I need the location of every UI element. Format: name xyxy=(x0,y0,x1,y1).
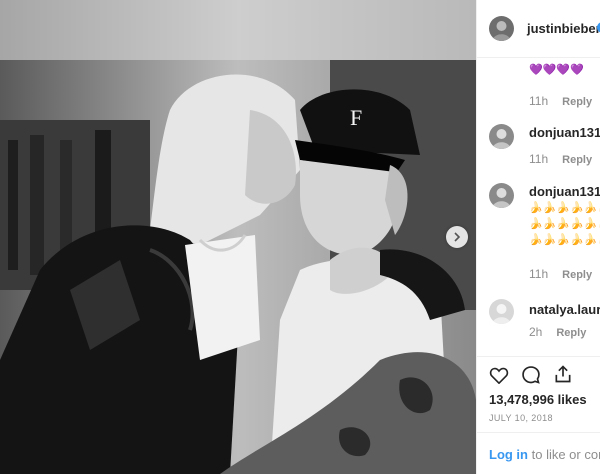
reply-button[interactable]: Reply xyxy=(562,154,592,166)
actions-divider xyxy=(477,356,600,358)
reply-button[interactable]: Reply xyxy=(562,269,592,281)
comment-icon[interactable] xyxy=(521,365,541,385)
commenter-username[interactable]: natalya.laurnm xyxy=(529,302,600,317)
comment-emoji-text: 💜💜💜💜 xyxy=(529,64,584,76)
comment-time: 11h xyxy=(529,94,549,108)
comment-emoji-line: 🍌🍌🍌🍌🍌🍌 xyxy=(529,218,600,230)
author-username[interactable]: justinbieber xyxy=(527,21,600,36)
chevron-right-icon xyxy=(454,232,461,242)
heart-icon[interactable] xyxy=(489,366,509,384)
svg-text:F: F xyxy=(350,105,362,130)
commenter-avatar[interactable] xyxy=(489,183,514,208)
login-link[interactable]: Log in xyxy=(489,447,528,462)
comment-emoji-line: 🍌🍌🍌🍌🍌🍌 xyxy=(529,202,600,214)
login-bar: Log in to like or comm xyxy=(477,432,600,474)
commenter-avatar[interactable] xyxy=(489,299,514,324)
comment-meta: 11h Reply xyxy=(529,152,592,166)
likes-count[interactable]: 13,478,996 likes xyxy=(489,392,587,407)
comment-time: 2h xyxy=(529,325,543,339)
commenter-username[interactable]: donjuan1312 xyxy=(529,125,600,140)
login-prompt-rest: to like or comm xyxy=(531,447,600,462)
next-photo-button[interactable] xyxy=(446,226,468,248)
post-side-panel: justinbieber 💜💜💜💜 11h Reply donjuan1312 1… xyxy=(476,0,600,474)
reply-button[interactable]: Reply xyxy=(562,96,592,108)
post-photo[interactable]: F xyxy=(0,0,476,474)
login-prompt: Log in to like or comm xyxy=(489,447,600,462)
post-date: JULY 10, 2018 xyxy=(489,413,553,423)
comment-meta: 11h Reply xyxy=(529,267,592,281)
commenter-username[interactable]: donjuan1312 xyxy=(529,184,600,199)
share-icon[interactable] xyxy=(553,364,573,384)
comment-meta: 2h Reply xyxy=(529,325,586,339)
commenter-avatar[interactable] xyxy=(489,124,514,149)
post-header: justinbieber xyxy=(477,0,600,58)
comment-time: 11h xyxy=(529,152,549,166)
photo-scene: F xyxy=(0,0,476,474)
comment-emoji-line: 🍌🍌🍌🍌🍌🍌 xyxy=(529,234,600,246)
comment-meta: 11h Reply xyxy=(529,94,592,108)
reply-button[interactable]: Reply xyxy=(556,327,586,339)
author-avatar[interactable] xyxy=(489,16,514,41)
comment-time: 11h xyxy=(529,267,549,281)
